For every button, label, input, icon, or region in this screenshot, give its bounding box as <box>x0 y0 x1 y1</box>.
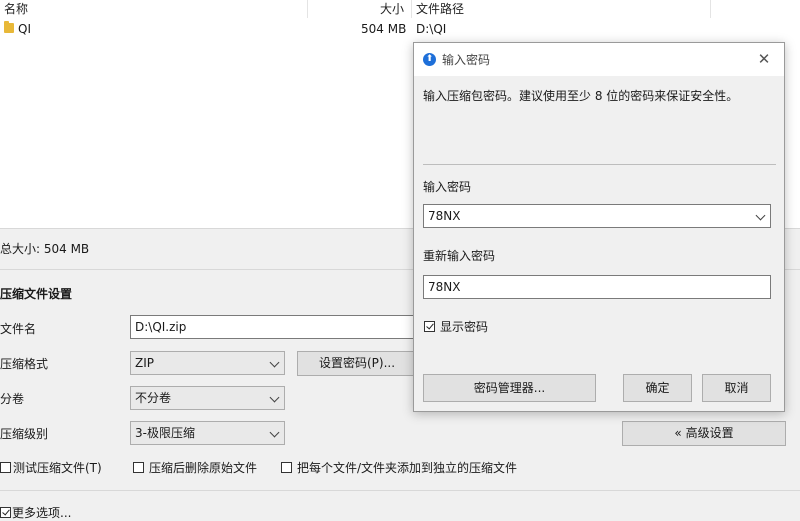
show-password-checkbox[interactable] <box>424 321 435 332</box>
more-options-checkbox[interactable] <box>0 507 11 518</box>
password-dialog: ⬆ 输入密码 ✕ 输入压缩包密码。建议使用至少 8 位的密码来保证安全性。 输入… <box>413 42 785 412</box>
level-label: 压缩级别 <box>0 427 49 441</box>
column-header-path[interactable]: 文件路径 <box>416 0 464 18</box>
password-manager-button[interactable]: 密码管理器... <box>423 374 596 402</box>
volume-label: 分卷 <box>0 392 25 406</box>
column-separator[interactable] <box>710 0 711 18</box>
separate-archives-checkbox[interactable] <box>281 462 292 473</box>
reenter-password-input[interactable]: 78NX <box>423 275 771 299</box>
advanced-settings-button[interactable]: « 高级设置 <box>622 421 786 446</box>
column-header-name[interactable]: 名称 <box>4 0 28 18</box>
password-label: 输入密码 <box>423 180 472 194</box>
password-value: 78NX <box>428 209 461 223</box>
reenter-password-label: 重新输入密码 <box>423 249 496 263</box>
dialog-title: 输入密码 <box>442 53 491 67</box>
section-title: 压缩文件设置 <box>0 287 73 301</box>
test-archive-label: 测试压缩文件(T) <box>13 461 102 475</box>
format-label: 压缩格式 <box>0 357 49 371</box>
set-password-button[interactable]: 设置密码(P)... <box>297 351 417 376</box>
divider <box>0 490 800 491</box>
dialog-description: 输入压缩包密码。建议使用至少 8 位的密码来保证安全性。 <box>423 89 739 103</box>
format-value: ZIP <box>135 356 154 370</box>
chevron-down-icon <box>269 427 280 438</box>
chevron-down-icon <box>269 357 280 368</box>
level-value: 3-极限压缩 <box>135 426 195 440</box>
delete-source-checkbox[interactable] <box>133 462 144 473</box>
file-name: QI <box>18 22 31 36</box>
total-size: 总大小: 504 MB <box>0 242 90 256</box>
separate-archives-label: 把每个文件/文件夹添加到独立的压缩文件 <box>297 461 518 475</box>
folder-icon <box>4 21 14 33</box>
app-logo-icon: ⬆ <box>423 53 436 66</box>
chevron-down-icon <box>269 392 280 403</box>
column-separator[interactable] <box>307 0 308 18</box>
format-select[interactable]: ZIP <box>130 351 285 375</box>
column-header-size[interactable]: 大小 <box>380 0 404 18</box>
file-path: D:\QI <box>416 22 447 36</box>
cancel-button[interactable]: 取消 <box>702 374 771 402</box>
ok-button[interactable]: 确定 <box>623 374 692 402</box>
more-options-label: 更多选项... <box>12 506 72 520</box>
dialog-titlebar[interactable]: ⬆ 输入密码 ✕ <box>414 43 784 76</box>
volume-select[interactable]: 不分卷 <box>130 386 285 410</box>
filename-input[interactable]: D:\QI.zip <box>130 315 430 339</box>
test-archive-checkbox[interactable] <box>0 462 11 473</box>
divider <box>423 164 776 165</box>
password-input[interactable]: 78NX <box>423 204 771 228</box>
delete-source-label: 压缩后删除原始文件 <box>149 461 258 475</box>
filename-label: 文件名 <box>0 322 37 336</box>
volume-value: 不分卷 <box>135 391 172 405</box>
level-select[interactable]: 3-极限压缩 <box>130 421 285 445</box>
file-size: 504 MB <box>361 22 407 36</box>
chevron-down-icon[interactable] <box>755 210 766 221</box>
show-password-label: 显示密码 <box>440 320 489 334</box>
column-separator[interactable] <box>411 0 412 18</box>
close-icon[interactable]: ✕ <box>754 49 774 69</box>
